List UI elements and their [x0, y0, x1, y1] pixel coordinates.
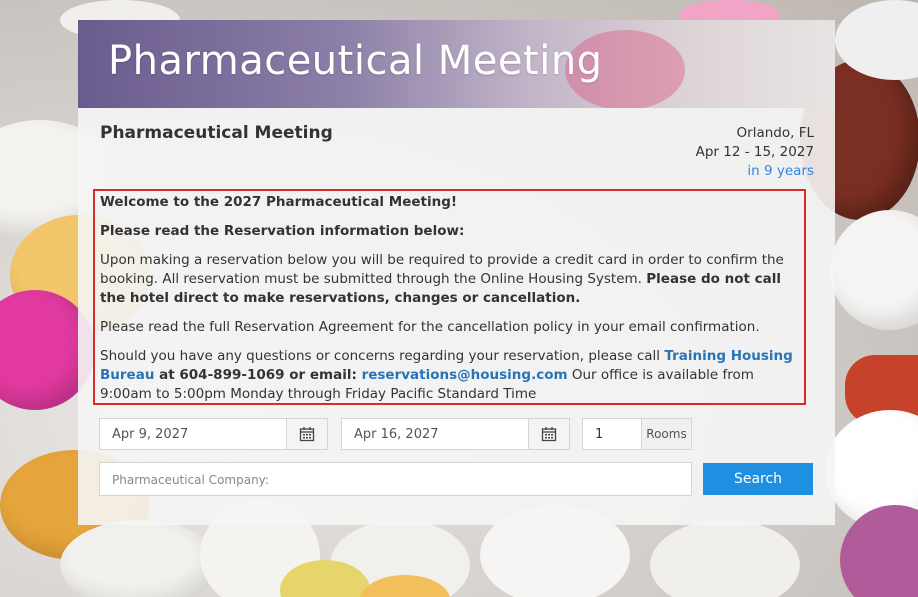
- checkout-date-value: Apr 16, 2027: [354, 427, 439, 442]
- event-relative-date: in 9 years: [747, 163, 814, 179]
- calendar-icon: [299, 427, 315, 442]
- event-dates: Apr 12 - 15, 2027: [695, 144, 814, 160]
- banner-title: Pharmaceutical Meeting: [108, 38, 603, 84]
- read-below-heading: Please read the Reservation information …: [100, 223, 465, 239]
- rooms-quantity-input[interactable]: 1: [583, 419, 643, 449]
- checkin-date-value: Apr 9, 2027: [112, 427, 189, 442]
- event-card: Pharmaceutical Meeting Pharmaceutical Me…: [78, 20, 835, 525]
- welcome-heading: Welcome to the 2027 Pharmaceutical Meeti…: [100, 194, 458, 210]
- event-title: Pharmaceutical Meeting: [100, 123, 333, 143]
- rooms-label: Rooms: [641, 419, 691, 449]
- contact-paragraph: Should you have any questions or concern…: [100, 348, 793, 402]
- email-link[interactable]: reservations@housing.com: [362, 367, 568, 383]
- cancellation-paragraph: Please read the full Reservation Agreeme…: [100, 319, 760, 335]
- rooms-quantity-value: 1: [595, 427, 604, 442]
- event-banner: Pharmaceutical Meeting: [78, 20, 835, 108]
- reservation-paragraph: Upon making a reservation below you will…: [100, 252, 784, 306]
- calendar-icon: [541, 427, 557, 442]
- event-location: Orlando, FL: [736, 125, 814, 141]
- company-placeholder: Pharmaceutical Company:: [112, 473, 269, 487]
- event-meta: Orlando, FL Apr 12 - 15, 2027 in 9 years: [696, 124, 814, 181]
- checkout-calendar-button[interactable]: [528, 419, 569, 449]
- checkout-date-field[interactable]: Apr 16, 2027: [341, 418, 570, 450]
- checkin-date-field[interactable]: Apr 9, 2027: [99, 418, 328, 450]
- checkin-calendar-button[interactable]: [286, 419, 327, 449]
- reservation-info-box: Welcome to the 2027 Pharmaceutical Meeti…: [93, 189, 806, 405]
- company-search-input[interactable]: Pharmaceutical Company:: [99, 462, 692, 496]
- rooms-field: 1 Rooms: [582, 418, 692, 450]
- search-button[interactable]: Search: [703, 463, 813, 495]
